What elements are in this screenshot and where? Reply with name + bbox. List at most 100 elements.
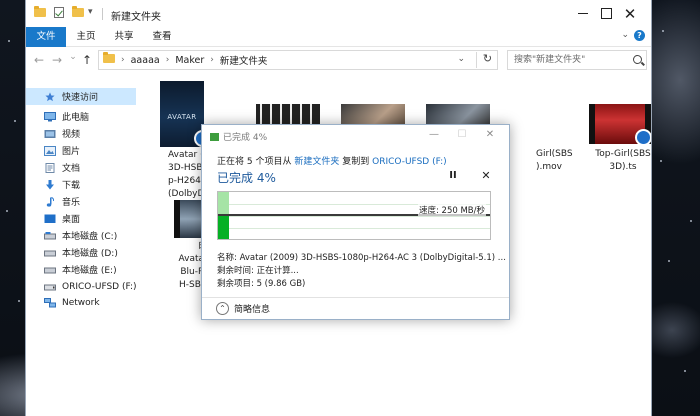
ribbon: 文件 主页 共享 查看 ⌄ ? xyxy=(26,27,651,47)
tab-share[interactable]: 共享 xyxy=(106,27,142,47)
music-icon xyxy=(46,196,55,207)
sidebar-item-videos[interactable]: 视频 xyxy=(26,125,136,142)
new-folder-icon[interactable] xyxy=(72,6,84,20)
sidebar-item-this-pc[interactable]: 此电脑 xyxy=(26,108,136,125)
dialog-title-bar: 已完成 4% xyxy=(210,130,267,143)
search-input[interactable] xyxy=(508,51,626,69)
folder-icon xyxy=(34,6,46,20)
destination-link[interactable]: ORICO-UFSD (F:) xyxy=(372,157,447,167)
drive-icon xyxy=(44,267,56,273)
sidebar-item-downloads[interactable]: 下载 xyxy=(26,176,136,193)
chevron-right-icon[interactable]: › xyxy=(121,55,125,65)
video-folder-icon xyxy=(44,129,56,138)
sidebar-item-drive-c[interactable]: 本地磁盘 (C:) xyxy=(26,227,136,244)
title-bar: ▾ 新建文件夹 ✕ xyxy=(26,0,651,27)
drive-icon xyxy=(44,231,56,239)
file-name-line: 3D).ts xyxy=(609,162,637,172)
sidebar-item-documents[interactable]: 文档 xyxy=(26,159,136,176)
percent-complete: 已完成 4% xyxy=(217,171,276,185)
file-name-line: ).mov xyxy=(536,162,562,172)
sidebar-item-music[interactable]: 音乐 xyxy=(26,193,136,210)
star-icon xyxy=(45,91,55,101)
copy-description: 正在将 5 个项目从 新建文件夹 复制到 ORICO-UFSD (F:) xyxy=(217,154,447,167)
download-icon xyxy=(46,179,54,189)
back-button[interactable]: ← xyxy=(32,53,46,67)
less-details-button[interactable]: ⌃ 简略信息 xyxy=(216,302,270,315)
copy-progress-dialog: 已完成 4% — ☐ ✕ 正在将 5 个项目从 新建文件夹 复制到 ORICO-… xyxy=(201,124,510,320)
sidebar-item-drive-d[interactable]: 本地磁盘 (D:) xyxy=(26,244,136,261)
quick-access-dropdown-icon[interactable]: ▾ xyxy=(88,7,100,19)
speed-label: 速度: 250 MB/秒 xyxy=(417,204,486,216)
list-item[interactable]: Girl(SBS ).mov xyxy=(536,148,596,174)
sidebar-item-pictures[interactable]: 图片 xyxy=(26,142,136,159)
close-button[interactable]: ✕ xyxy=(607,0,651,27)
file-name-line: Top-Girl(SBS xyxy=(595,149,651,159)
drive-icon xyxy=(44,250,56,256)
media-player-icon xyxy=(635,129,651,146)
grid-line xyxy=(218,216,490,217)
chevron-right-icon[interactable]: › xyxy=(210,55,214,65)
copy-icon xyxy=(210,132,219,141)
sidebar-item-label: 快速访问 xyxy=(62,93,99,103)
tab-file[interactable]: 文件 xyxy=(26,27,66,47)
grid-line xyxy=(218,228,490,229)
transfer-speed-graph: 速度: 250 MB/秒 xyxy=(217,191,491,240)
sidebar-item-label: 桌面 xyxy=(62,215,81,225)
sidebar-item-label: Network xyxy=(62,297,100,308)
copy-description-mid: 复制到 xyxy=(342,157,370,167)
navigation-bar: ← → ⌄ ↑ › aaaaa › Maker › 新建文件夹 ⌄ ↻ xyxy=(26,47,651,74)
window-title: 新建文件夹 xyxy=(111,12,161,23)
sidebar-item-label: 下载 xyxy=(62,181,81,191)
tab-home[interactable]: 主页 xyxy=(68,27,104,47)
breadcrumb-maker[interactable]: Maker xyxy=(175,55,204,66)
forward-button[interactable]: → xyxy=(50,53,64,67)
sidebar-item-quick-access[interactable]: 快速访问 xyxy=(26,88,136,105)
divider xyxy=(102,8,103,20)
dialog-title: 已完成 4% xyxy=(223,133,268,143)
copy-description-prefix: 正在将 5 个项目从 xyxy=(217,157,292,167)
folder-icon xyxy=(103,52,115,66)
dialog-footer: ⌃ 简略信息 xyxy=(202,297,509,319)
desktop-icon xyxy=(44,214,56,223)
documents-folder-icon xyxy=(45,162,55,173)
network-icon xyxy=(44,297,56,307)
sidebar-item-label: 视频 xyxy=(62,130,81,140)
address-bar[interactable]: › aaaaa › Maker › 新建文件夹 ⌄ xyxy=(98,50,498,70)
refresh-button[interactable]: ↻ xyxy=(476,52,498,68)
sidebar-item-drive-f[interactable]: ORICO-UFSD (F:) xyxy=(26,278,137,295)
poster-art: AVATAR xyxy=(167,113,197,121)
navigation-pane: 快速访问 此电脑 视频 图片 文档 下载 音乐 桌面 本地磁盘 (C:) 本地磁… xyxy=(26,74,137,416)
search-icon[interactable] xyxy=(633,55,642,64)
breadcrumb-aaaaa[interactable]: aaaaa xyxy=(131,55,160,66)
sidebar-item-label: 音乐 xyxy=(62,198,81,208)
sidebar-item-desktop[interactable]: 桌面 xyxy=(26,210,136,227)
progress-fill-highlight xyxy=(218,192,229,214)
dialog-minimize-button[interactable]: — xyxy=(422,127,446,143)
help-icon[interactable]: ? xyxy=(634,30,645,41)
chevron-right-icon[interactable]: › xyxy=(166,55,170,65)
cancel-copy-button[interactable]: ✕ xyxy=(478,169,494,183)
less-details-label: 简略信息 xyxy=(234,305,271,315)
sidebar-item-network[interactable]: Network xyxy=(26,294,136,311)
sidebar-item-label: 本地磁盘 (E:) xyxy=(62,266,117,276)
items-remaining: 剩余项目: 5 (9.86 GB) xyxy=(217,279,306,289)
pause-button[interactable]: II xyxy=(445,170,461,184)
time-remaining: 剩余时间: 正在计算... xyxy=(217,266,299,276)
dialog-close-button[interactable]: ✕ xyxy=(478,127,502,143)
list-item[interactable]: Top-Girl(SBS 3D).ts xyxy=(593,148,651,174)
tab-view[interactable]: 查看 xyxy=(144,27,180,47)
breadcrumb-new-folder[interactable]: 新建文件夹 xyxy=(220,53,268,67)
sidebar-item-drive-e[interactable]: 本地磁盘 (E:) xyxy=(26,261,136,278)
properties-check-icon[interactable] xyxy=(54,7,66,19)
source-folder-link[interactable]: 新建文件夹 xyxy=(294,157,339,167)
ribbon-expand-icon[interactable]: ⌄ xyxy=(621,30,629,40)
address-dropdown-icon[interactable]: ⌄ xyxy=(457,54,465,64)
sidebar-item-label: ORICO-UFSD (F:) xyxy=(62,281,137,292)
sidebar-item-label: 图片 xyxy=(62,147,81,157)
up-button[interactable]: ↑ xyxy=(80,53,94,67)
chevron-up-icon: ⌃ xyxy=(216,302,229,315)
usb-drive-icon xyxy=(44,284,56,290)
recent-locations-button[interactable]: ⌄ xyxy=(66,52,80,62)
dialog-maximize-button: ☐ xyxy=(457,129,467,140)
sidebar-item-label: 本地磁盘 (C:) xyxy=(62,232,118,242)
